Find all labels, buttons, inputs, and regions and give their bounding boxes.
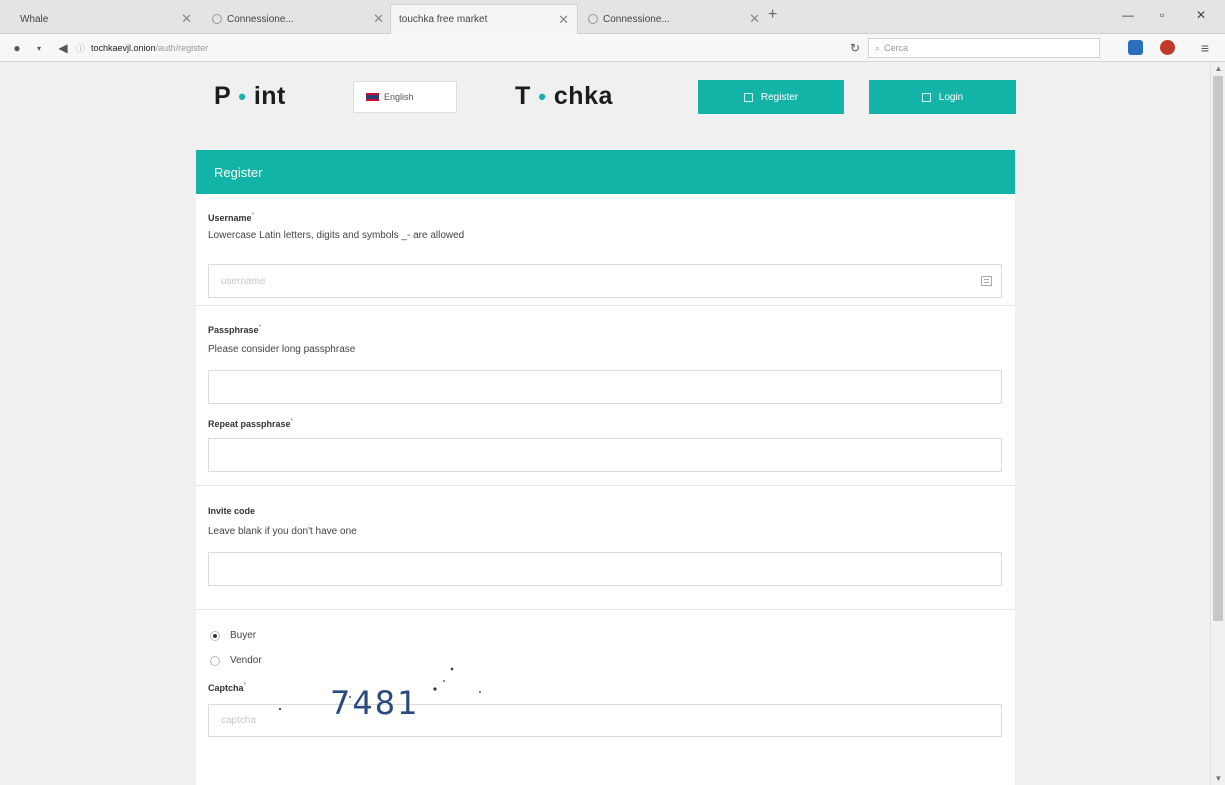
search-box[interactable]: ⌕ Cerca — [868, 38, 1100, 58]
url-domain: evjl.onion — [117, 43, 156, 53]
buyer-radio-option[interactable]: Buyer — [210, 630, 256, 641]
captcha-label-text: Captcha — [208, 683, 244, 693]
captcha-noise-dot — [479, 691, 481, 693]
search-placeholder: Cerca — [884, 43, 909, 53]
passphrase-label-text: Passphrase — [208, 325, 259, 335]
close-icon[interactable]: ✕ — [558, 12, 569, 28]
passphrase-label: Passphrase* — [208, 324, 261, 335]
logo-right[interactable]: T • chka — [515, 82, 613, 111]
logo-word: chka — [553, 82, 613, 110]
register-button-label: Register — [760, 91, 799, 103]
required-marker: * — [243, 682, 247, 689]
login-button[interactable]: Login — [869, 80, 1016, 114]
scroll-thumb[interactable] — [1213, 76, 1223, 621]
register-icon — [743, 92, 753, 102]
tab-label: Whale — [20, 13, 49, 25]
scroll-down-icon[interactable]: ▼ — [1211, 774, 1225, 783]
scroll-up-icon[interactable]: ▲ — [1211, 64, 1225, 73]
username-hint: Lowercase Latin letters, digits and symb… — [208, 230, 465, 241]
tab-label: touchka free market — [399, 14, 488, 25]
globe-icon[interactable]: ● — [8, 39, 26, 57]
browser-tab[interactable]: Connessione... ✕ — [580, 4, 768, 34]
browser-tab[interactable]: Connessione... ✕ — [204, 4, 392, 34]
invite-label: Invite code — [208, 506, 256, 516]
noscript-icon[interactable] — [1160, 40, 1175, 55]
captcha-noise-dot — [278, 707, 282, 711]
page-scrollbar[interactable]: ▲ ▼ — [1210, 62, 1225, 785]
card-header: Register — [196, 150, 1015, 194]
captcha-noise-dot — [450, 667, 454, 671]
login-button-label: Login — [938, 91, 964, 103]
captcha-image: 7481 — [278, 667, 481, 717]
card-title: Register — [214, 164, 263, 180]
window-close-icon[interactable]: ✕ — [1196, 8, 1206, 22]
logo-dot-icon: • — [538, 84, 547, 109]
required-marker: * — [251, 212, 255, 219]
logo-letter: T — [515, 82, 531, 110]
minimize-icon[interactable]: — — [1122, 8, 1134, 22]
logo-left[interactable]: P • int — [214, 82, 286, 111]
language-selector[interactable]: English — [353, 81, 457, 113]
captcha-text: 7481 — [330, 684, 419, 717]
passphrase-section: Passphrase* Please consider long passphr… — [196, 306, 1015, 486]
captcha-label: Captcha* — [208, 682, 246, 693]
vendor-label: Vendor — [230, 655, 262, 666]
repeat-passphrase-label: Repeat passphrase* — [208, 418, 293, 429]
extension-icon[interactable] — [1128, 40, 1143, 55]
loading-icon — [212, 14, 222, 24]
close-icon[interactable]: ✕ — [749, 11, 760, 27]
repeat-passphrase-label-text: Repeat passphrase — [208, 419, 291, 429]
vendor-radio-option[interactable]: Vendor — [210, 655, 262, 666]
tab-label: Connessione... — [227, 13, 294, 25]
reload-icon[interactable]: ↻ — [846, 39, 864, 57]
username-label: Username* — [208, 212, 254, 223]
browser-nav-bar: ● ▾ ◀ ⓘ tochka evjl.onion/auth/register ↻… — [0, 34, 1225, 62]
url-path: /auth/register — [155, 43, 209, 53]
search-icon: ⌕ — [875, 42, 881, 53]
maximize-icon[interactable]: ▫ — [1160, 8, 1164, 22]
vendor-radio[interactable] — [210, 655, 220, 666]
language-label: English — [384, 92, 414, 102]
passphrase-input[interactable] — [208, 370, 1002, 404]
username-input[interactable] — [208, 264, 1002, 298]
username-label-text: Username — [208, 213, 252, 223]
keyboard-icon[interactable] — [981, 276, 992, 286]
info-icon[interactable]: ⓘ — [76, 42, 85, 55]
back-icon[interactable]: ◀ — [54, 39, 72, 57]
new-tab-icon[interactable]: + — [768, 6, 777, 24]
logo-letter: P — [214, 82, 231, 110]
required-marker: * — [258, 324, 262, 331]
register-button[interactable]: Register — [698, 80, 844, 114]
url-bar[interactable]: ⓘ tochka evjl.onion/auth/register — [76, 38, 866, 58]
tab-label: Connessione... — [603, 13, 670, 25]
close-icon[interactable]: ✕ — [181, 11, 192, 27]
captcha-noise-dot — [433, 687, 437, 691]
close-icon[interactable]: ✕ — [373, 11, 384, 27]
menu-icon[interactable]: ≡ — [1196, 39, 1214, 57]
passphrase-hint: Please consider long passphrase — [208, 344, 356, 355]
repeat-passphrase-input[interactable] — [208, 438, 1002, 472]
invite-code-input[interactable] — [208, 552, 1002, 586]
buyer-radio[interactable] — [210, 630, 220, 641]
buyer-label: Buyer — [230, 630, 257, 641]
captcha-noise-dot — [443, 680, 445, 682]
page-content: P • int English T • chka Register Login … — [0, 62, 1210, 785]
browser-tab-active[interactable]: touchka free market ✕ — [390, 4, 578, 34]
loading-icon — [588, 14, 598, 24]
uk-flag-icon — [366, 93, 379, 101]
logo-word: int — [253, 82, 286, 110]
browser-tab-bar: Whale ✕ Connessione... ✕ touchka free ma… — [0, 0, 1225, 34]
chevron-down-icon[interactable]: ▾ — [30, 39, 48, 57]
logo-dot-icon: • — [238, 84, 247, 109]
invite-section: Invite code Leave blank if you don't hav… — [196, 486, 1015, 610]
invite-hint: Leave blank if you don't have one — [208, 526, 357, 537]
login-icon — [921, 92, 931, 102]
required-marker: * — [290, 418, 294, 425]
username-section: Username* Lowercase Latin letters, digit… — [196, 194, 1015, 306]
url-host: tochka — [91, 43, 118, 53]
browser-tab[interactable]: Whale ✕ — [12, 4, 200, 34]
